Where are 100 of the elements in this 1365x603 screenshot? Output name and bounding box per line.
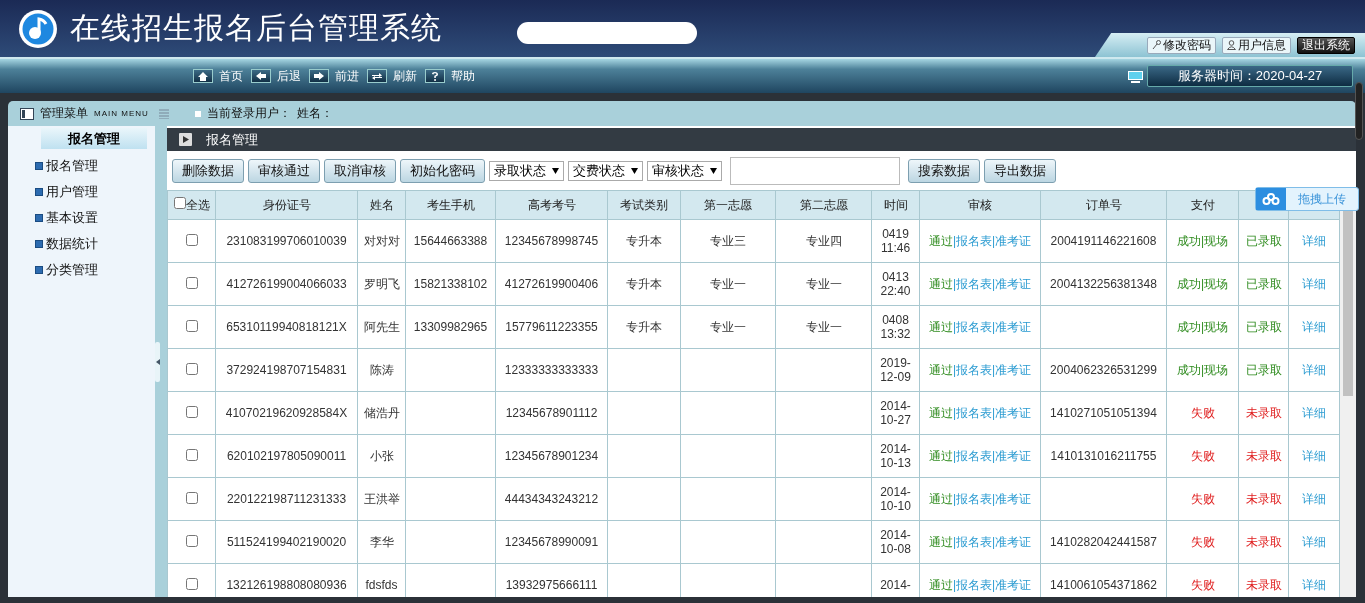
user-icon [1227, 40, 1236, 50]
detail-link[interactable]: 详细 [1302, 276, 1326, 291]
sidebar-item[interactable]: 基本设置 [8, 205, 155, 231]
row-checkbox[interactable] [185, 362, 198, 375]
row-checkbox[interactable] [185, 491, 198, 504]
user-info-button[interactable]: 用户信息 [1222, 36, 1291, 54]
action-button[interactable]: 取消审核 [324, 158, 396, 183]
document-link[interactable]: |准考证 [992, 448, 1032, 463]
collapse-handle[interactable] [155, 341, 160, 382]
admission-status: 未录取 [1245, 448, 1282, 463]
audit-status[interactable]: 通过 [928, 319, 953, 334]
document-link[interactable]: |准考证 [992, 233, 1032, 248]
document-link[interactable]: |准考证 [992, 577, 1032, 592]
payment-status: 失败 [1190, 577, 1215, 592]
row-checkbox[interactable] [185, 534, 198, 547]
table-cell: 2004191146221608 [1040, 219, 1167, 263]
audit-status[interactable]: 通过 [928, 233, 953, 248]
caret-icon [552, 167, 559, 174]
nav-link[interactable]: 前进 [309, 67, 359, 85]
status-select[interactable]: 交费状态 [568, 160, 643, 181]
table-cell: 15644663388 [405, 219, 496, 263]
detail-link[interactable]: 详细 [1302, 491, 1326, 506]
logout-button[interactable]: 退出系统 [1297, 36, 1355, 54]
nav-link[interactable]: 后退 [251, 67, 301, 85]
table-cell: 41070219620928584X [215, 391, 358, 435]
refresh-icon [372, 71, 382, 81]
column-header: 考生手机 [405, 190, 496, 220]
table-cell: 44434343243212 [495, 477, 608, 521]
document-link[interactable]: |准考证 [992, 319, 1032, 334]
admission-status: 已录取 [1245, 319, 1282, 334]
sidebar-item[interactable]: 分类管理 [8, 257, 155, 283]
audit-status[interactable]: 通过 [928, 577, 953, 592]
action-button[interactable]: 导出数据 [984, 158, 1056, 183]
table-cell: 2014-10-27 [871, 391, 920, 435]
document-link[interactable]: |报名表 [952, 577, 992, 592]
sidebar-item[interactable]: 报名管理 [8, 153, 155, 179]
document-link[interactable]: |报名表 [952, 534, 992, 549]
audit-status[interactable]: 通过 [928, 276, 953, 291]
detail-link[interactable]: 详细 [1302, 319, 1326, 334]
sidebar-header: 报名管理 [41, 128, 147, 149]
table-cell: 罗明飞 [357, 262, 406, 306]
table-cell: 2019-12-09 [871, 348, 920, 392]
nav-link[interactable]: 首页 [193, 67, 243, 85]
upload-toast[interactable]: 拖拽上传 [1255, 187, 1359, 211]
search-field[interactable] [730, 156, 900, 185]
action-button[interactable]: 审核通过 [248, 158, 320, 183]
content-title: 报名管理 [206, 130, 258, 149]
detail-link[interactable]: 详细 [1302, 405, 1326, 420]
table-cell: 2014-10-10 [871, 477, 920, 521]
home-icon [198, 71, 208, 81]
document-link[interactable]: |准考证 [992, 491, 1032, 506]
column-header: 身份证号 [215, 190, 358, 220]
row-checkbox[interactable] [185, 405, 198, 418]
status-select[interactable]: 录取状态 [489, 160, 564, 181]
detail-link[interactable]: 详细 [1302, 233, 1326, 248]
sidebar-item[interactable]: 用户管理 [8, 179, 155, 205]
admission-status: 未录取 [1245, 577, 1282, 592]
table-cell: 15779611223355 [495, 305, 608, 349]
document-link[interactable]: |准考证 [992, 276, 1032, 291]
document-link[interactable]: |准考证 [992, 362, 1032, 377]
sidebar-item[interactable]: 数据统计 [8, 231, 155, 257]
nav-link[interactable]: 帮助 [425, 67, 475, 85]
table-cell: 0419 11:46 [871, 219, 920, 263]
row-checkbox[interactable] [185, 319, 198, 332]
select-all-checkbox[interactable] [173, 196, 186, 209]
audit-status[interactable]: 通过 [928, 491, 953, 506]
document-link[interactable]: |报名表 [952, 405, 992, 420]
detail-link[interactable]: 详细 [1302, 534, 1326, 549]
table-cell: 专升本 [607, 305, 681, 349]
document-link[interactable]: |报名表 [952, 491, 992, 506]
detail-link[interactable]: 详细 [1302, 362, 1326, 377]
row-checkbox[interactable] [185, 577, 198, 590]
table-cell: 李华 [357, 520, 406, 564]
action-button[interactable]: 搜索数据 [908, 158, 980, 183]
document-link[interactable]: |报名表 [952, 362, 992, 377]
audit-status[interactable]: 通过 [928, 448, 953, 463]
column-header: 时间 [871, 190, 920, 220]
nav-link[interactable]: 刷新 [367, 67, 417, 85]
detail-link[interactable]: 详细 [1302, 448, 1326, 463]
document-link[interactable]: |报名表 [952, 233, 992, 248]
table-cell: 13309982965 [405, 305, 496, 349]
action-button[interactable]: 初始化密码 [400, 158, 485, 183]
audit-status[interactable]: 通过 [928, 534, 953, 549]
admission-status: 未录取 [1245, 405, 1282, 420]
audit-status[interactable]: 通过 [928, 362, 953, 377]
document-link[interactable]: |报名表 [952, 319, 992, 334]
row-checkbox[interactable] [185, 233, 198, 246]
document-link[interactable]: |准考证 [992, 405, 1032, 420]
row-checkbox[interactable] [185, 276, 198, 289]
document-link[interactable]: |报名表 [952, 276, 992, 291]
document-link[interactable]: |准考证 [992, 534, 1032, 549]
row-checkbox[interactable] [185, 448, 198, 461]
page-scrollbar[interactable] [1355, 82, 1363, 140]
audit-status[interactable]: 通过 [928, 405, 953, 420]
status-select[interactable]: 审核状态 [647, 160, 722, 181]
column-header: 姓名 [357, 190, 406, 220]
change-password-button[interactable]: 修改密码 [1147, 36, 1216, 54]
document-link[interactable]: |报名表 [952, 448, 992, 463]
action-button[interactable]: 删除数据 [172, 158, 244, 183]
column-header: 支付 [1166, 190, 1239, 220]
